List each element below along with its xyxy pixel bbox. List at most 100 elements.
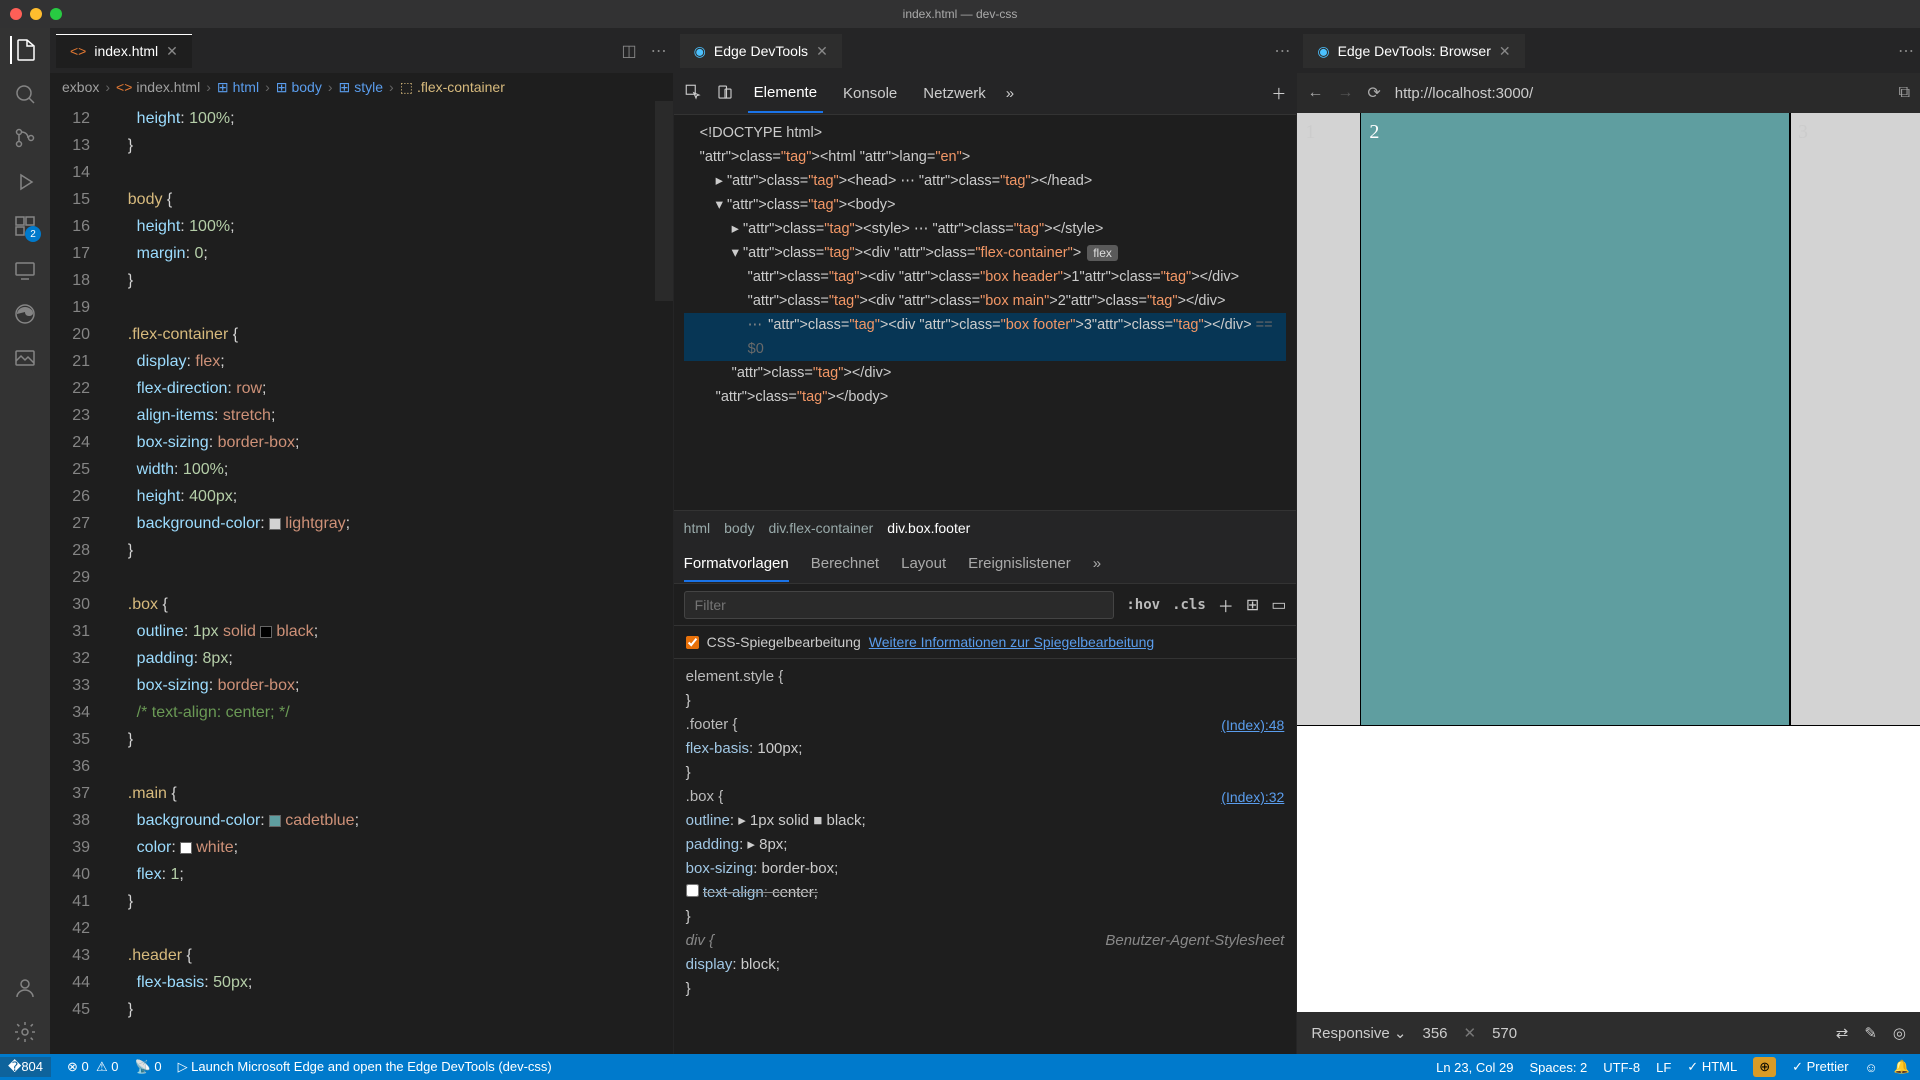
computed-icon[interactable]: ▭ [1271,595,1286,615]
url-bar[interactable]: http://localhost:3000/ [1395,85,1885,102]
more-icon[interactable]: ⋯ [1898,41,1914,61]
errors-count[interactable]: ⊗ 0 ⚠ 0 [67,1059,118,1075]
remote-icon[interactable] [11,256,39,284]
breadcrumbs[interactable]: exbox› <> index.html› ⊞ html› ⊞ body› ⊞ … [50,73,673,101]
mirror-link[interactable]: Weitere Informationen zur Spiegelbearbei… [869,634,1154,650]
rotate-icon[interactable]: ⇄ [1836,1024,1849,1042]
device-width[interactable]: 356 [1422,1025,1447,1042]
remote-indicator[interactable]: �804 [0,1057,51,1077]
devtools-panel: ◉ Edge DevTools ✕ ⋯ Elemente Konsole Net… [674,28,1298,1054]
tab-label: Edge DevTools [714,43,808,59]
crumb[interactable]: exbox [62,79,99,95]
browser-tabs: ◉ Edge DevTools: Browser ✕ ⋯ [1297,28,1920,73]
ports-count[interactable]: 📡 0 [135,1059,162,1075]
inspect-icon[interactable] [684,83,702,105]
more-icon[interactable]: ⋯ [1274,41,1290,61]
crumb[interactable]: style [354,79,383,95]
target-icon[interactable]: ◎ [1893,1024,1906,1042]
styles-panel[interactable]: element.style {}.footer {(Index):48flex-… [674,659,1297,1054]
styles-filter-row: :hov .cls ＋ ⊞ ▭ [674,584,1297,626]
filter-input[interactable] [684,591,1115,619]
mirror-checkbox[interactable] [686,636,699,649]
tab-elements[interactable]: Elemente [748,74,823,113]
flex-container-preview: 1 2 3 [1297,113,1920,725]
el-crumb[interactable]: body [724,520,754,536]
el-crumb[interactable]: div.box.footer [887,520,970,536]
lang-mode[interactable]: ✓ HTML [1687,1059,1737,1075]
device-mode[interactable]: Responsive ⌄ [1311,1024,1406,1042]
page-preview[interactable]: 1 2 3 [1297,113,1920,1012]
close-dot[interactable] [10,8,22,20]
tab-network[interactable]: Netzwerk [917,75,992,112]
elements-breadcrumbs[interactable]: html body div.flex-container div.box.foo… [674,510,1297,544]
tab-close-icon[interactable]: ✕ [1499,43,1511,60]
html-file-icon: <> [70,43,86,59]
cursor-position[interactable]: Ln 23, Col 29 [1436,1060,1513,1075]
editor-tabs: <> index.html ✕ ◫ ⋯ [50,28,673,73]
debug-icon[interactable] [11,168,39,196]
add-rule-icon[interactable]: ＋ [1218,593,1234,617]
minimize-dot[interactable] [30,8,42,20]
css-mirror-row: CSS-Spiegelbearbeitung Weitere Informati… [674,626,1297,659]
source-control-icon[interactable] [11,124,39,152]
tab-index-html[interactable]: <> index.html ✕ [56,34,192,68]
browser-panel: ◉ Edge DevTools: Browser ✕ ⋯ ← → ⟳ http:… [1297,28,1920,1054]
crumb[interactable]: index.html [136,79,200,95]
minimap[interactable] [655,101,673,301]
window-controls[interactable] [10,8,62,20]
more-tabs-icon[interactable]: » [1006,85,1014,102]
back-icon[interactable]: ← [1307,84,1323,102]
more-icon[interactable]: ⋯ [651,41,667,61]
explorer-icon[interactable] [10,36,38,64]
indent[interactable]: Spaces: 2 [1529,1060,1587,1075]
encoding[interactable]: UTF-8 [1603,1060,1640,1075]
elements-tree[interactable]: <!DOCTYPE html>"attr">class="tag"><html … [674,115,1297,510]
feedback-icon[interactable]: ☺ [1865,1060,1878,1075]
screenshot-icon[interactable]: ⧉ [1899,84,1910,102]
tab-listeners[interactable]: Ereignislistener [968,555,1071,572]
tab-console[interactable]: Konsole [837,75,903,112]
pencil-icon[interactable]: ✎ [1864,1024,1877,1042]
copilot-icon[interactable]: ⊕ [1753,1057,1776,1077]
styles-tabs: Formatvorlagen Berechnet Layout Ereignis… [674,544,1297,584]
image-icon[interactable] [11,344,39,372]
add-tab-icon[interactable]: ＋ [1271,83,1286,104]
tab-close-icon[interactable]: ✕ [816,43,828,60]
reload-icon[interactable]: ⟳ [1367,83,1380,103]
tab-styles[interactable]: Formatvorlagen [684,555,789,582]
prettier-status[interactable]: ✓ Prettier [1792,1059,1848,1075]
forward-icon[interactable]: → [1337,84,1353,102]
tab-computed[interactable]: Berechnet [811,555,879,572]
tab-browser[interactable]: ◉ Edge DevTools: Browser ✕ [1303,34,1524,68]
crumb[interactable]: html [233,79,259,95]
more-tabs-icon[interactable]: » [1093,555,1101,572]
device-icon[interactable] [716,83,734,105]
tab-devtools[interactable]: ◉ Edge DevTools ✕ [680,34,842,68]
edge-icon[interactable] [11,300,39,328]
statusbar: �804 ⊗ 0 ⚠ 0 📡 0 ▷ Launch Microsoft Edge… [0,1054,1920,1080]
browser-toolbar: ← → ⟳ http://localhost:3000/ ⧉ [1297,73,1920,113]
crumb[interactable]: body [291,79,321,95]
hov-toggle[interactable]: :hov [1126,597,1160,613]
eol[interactable]: LF [1656,1060,1671,1075]
device-height[interactable]: 570 [1492,1025,1517,1042]
search-icon[interactable] [11,80,39,108]
bell-icon[interactable]: 🔔 [1894,1059,1910,1075]
code-editor[interactable]: Ꮖ 12 height: 100%;13 }1415 body {16 heig… [50,101,673,1054]
crumb[interactable]: .flex-container [417,79,505,95]
tab-close-icon[interactable]: ✕ [166,43,178,60]
mirror-label: CSS-Spiegelbearbeitung [707,634,861,650]
devtools-toolbar: Elemente Konsole Netzwerk » ＋ [674,73,1297,115]
gear-icon[interactable] [11,1018,39,1046]
cls-toggle[interactable]: .cls [1172,597,1206,613]
flex-editor-icon[interactable]: ⊞ [1246,595,1259,615]
el-crumb[interactable]: div.flex-container [768,520,873,536]
el-crumb[interactable]: html [684,520,710,536]
account-icon[interactable] [11,974,39,1002]
tab-layout[interactable]: Layout [901,555,946,572]
zoom-dot[interactable] [50,8,62,20]
extensions-icon[interactable]: 2 [11,212,39,240]
launch-edge[interactable]: ▷ Launch Microsoft Edge and open the Edg… [178,1059,552,1075]
activity-bar: 2 [0,28,50,1054]
split-editor-icon[interactable]: ◫ [622,41,637,61]
